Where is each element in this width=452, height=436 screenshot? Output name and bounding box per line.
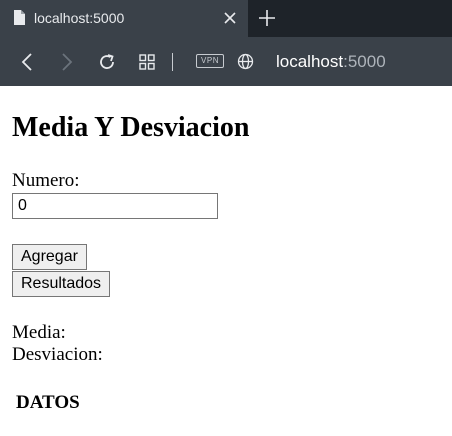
- back-icon[interactable]: [18, 37, 36, 86]
- close-tab-icon[interactable]: [222, 10, 238, 26]
- tab-title: localhost:5000: [34, 10, 125, 26]
- reload-icon[interactable]: [97, 37, 117, 86]
- datos-heading: DATOS: [16, 392, 80, 413]
- desviacion-label: Desviacion:: [12, 344, 103, 365]
- speed-dial-icon[interactable]: [138, 37, 156, 86]
- document-icon: [13, 10, 25, 25]
- globe-icon[interactable]: [236, 37, 254, 86]
- numero-label: Numero:: [12, 170, 80, 191]
- active-tab[interactable]: localhost:5000: [0, 0, 248, 37]
- new-tab-icon[interactable]: [258, 9, 276, 27]
- agregar-button[interactable]: Agregar: [12, 244, 87, 270]
- url-host: localhost: [276, 52, 344, 71]
- page-title: Media Y Desviacion: [12, 112, 250, 143]
- vpn-badge[interactable]: VPN: [196, 54, 224, 68]
- numero-input[interactable]: [12, 193, 218, 219]
- resultados-button[interactable]: Resultados: [12, 271, 111, 297]
- media-label: Media:: [12, 322, 66, 343]
- page-content: Media Y Desviacion Numero: Agregar Resul…: [0, 86, 452, 436]
- tab-bar: localhost:5000: [0, 0, 452, 37]
- url-port: :5000: [343, 52, 386, 71]
- address-bar[interactable]: localhost:5000: [276, 37, 386, 86]
- browser-toolbar: VPN localhost:5000: [0, 37, 452, 86]
- forward-icon[interactable]: [58, 37, 76, 86]
- toolbar-divider: [172, 53, 173, 71]
